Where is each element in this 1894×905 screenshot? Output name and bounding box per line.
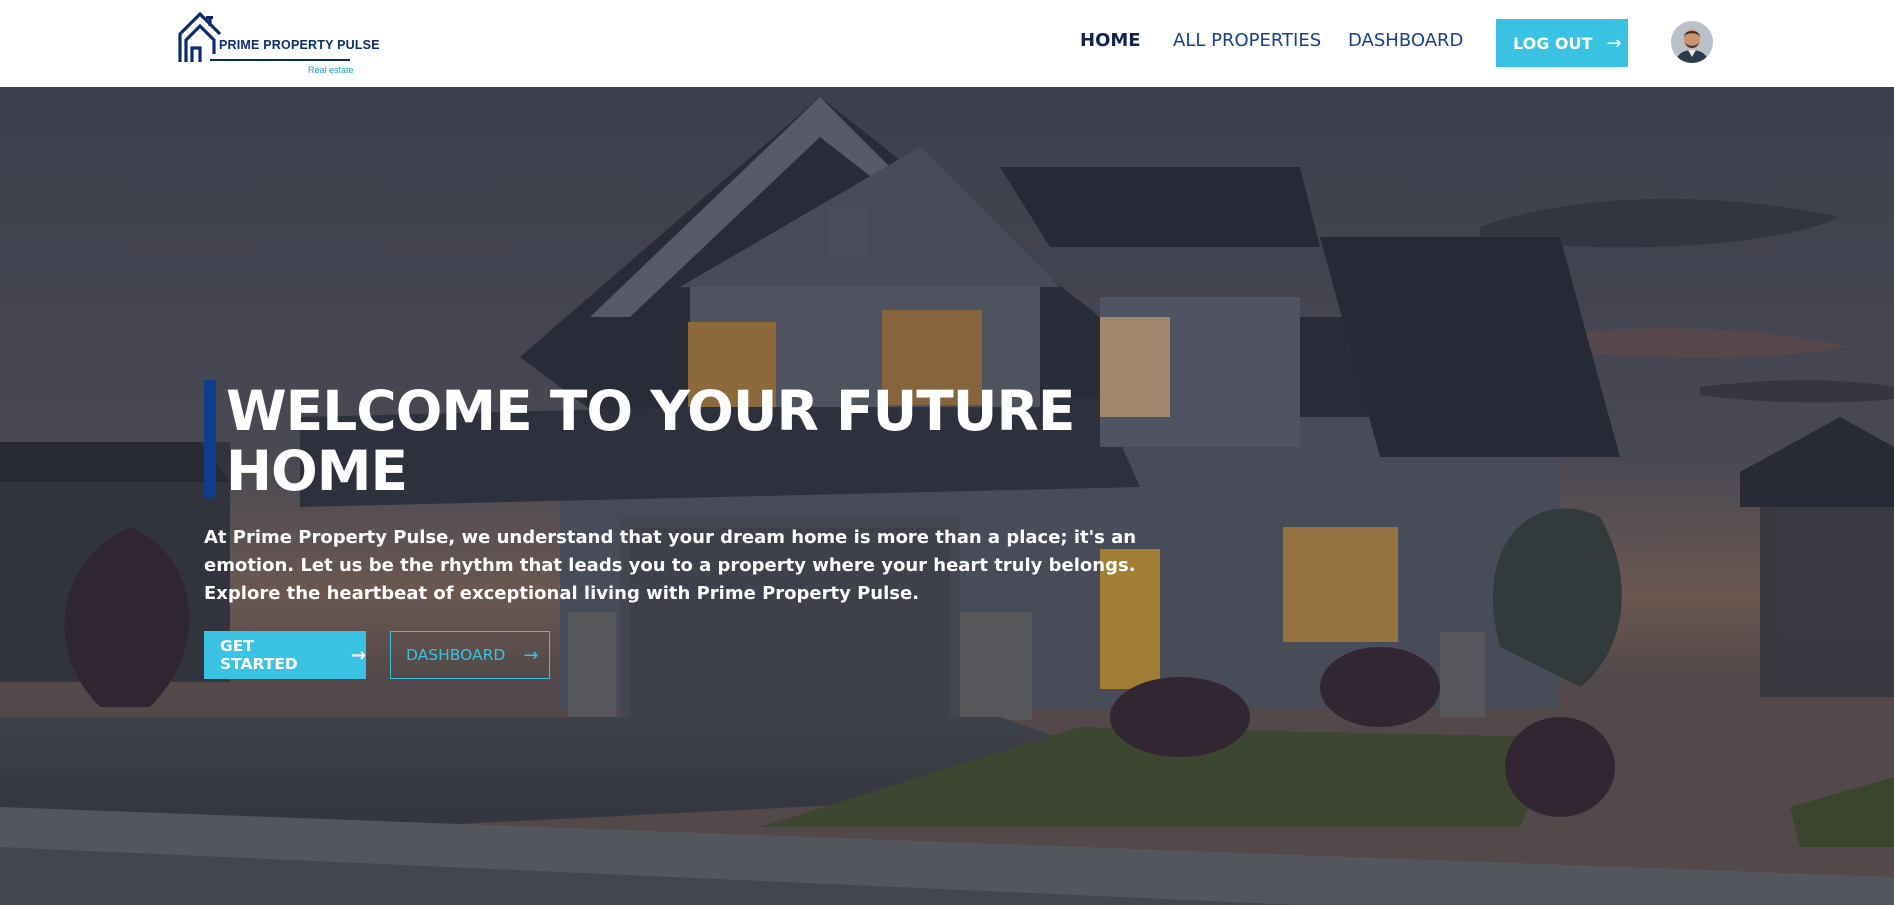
logo-title: PRIME PROPERTY PULSE xyxy=(219,38,380,52)
get-started-button[interactable]: GET STARTED → xyxy=(204,631,366,679)
arrow-right-icon: → xyxy=(350,644,366,666)
hero-dashboard-label: DASHBOARD xyxy=(406,646,506,664)
user-avatar-icon[interactable] xyxy=(1671,21,1713,63)
hero-title: WELCOME TO YOUR FUTURE HOME xyxy=(226,379,1075,503)
arrow-right-icon: → xyxy=(1606,32,1622,54)
site-logo[interactable]: PRIME PROPERTY PULSE Real estate xyxy=(178,10,380,76)
hero-dashboard-button[interactable]: DASHBOARD → xyxy=(390,631,550,679)
hero-title-line-2: HOME xyxy=(226,439,408,503)
hero-description: At Prime Property Pulse, we understand t… xyxy=(204,527,1137,604)
title-accent-bar xyxy=(204,380,216,498)
nav-dashboard[interactable]: DASHBOARD xyxy=(1348,30,1463,51)
logout-button[interactable]: LOG OUT → xyxy=(1496,19,1628,67)
arrow-right-icon: → xyxy=(523,644,539,666)
hero-title-line-1: WELCOME TO YOUR FUTURE xyxy=(226,379,1075,443)
get-started-label: GET STARTED xyxy=(220,637,298,673)
site-header: PRIME PROPERTY PULSE Real estate HOME AL… xyxy=(0,0,1894,87)
nav-home[interactable]: HOME xyxy=(1080,30,1141,51)
logo-subtitle: Real estate xyxy=(308,65,354,75)
logout-label: LOG OUT xyxy=(1513,33,1593,53)
logo-underline xyxy=(210,59,350,61)
hero-section: WELCOME TO YOUR FUTURE HOME At Prime Pro… xyxy=(0,87,1894,905)
nav-all-properties[interactable]: ALL PROPERTIES xyxy=(1173,30,1321,51)
